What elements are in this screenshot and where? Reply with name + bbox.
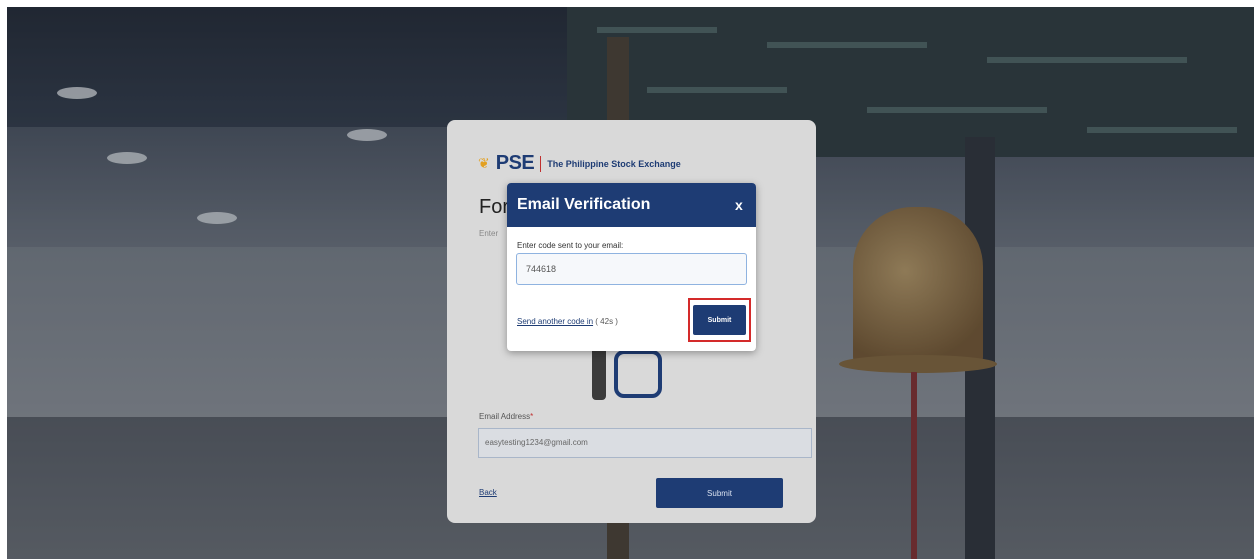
resend-timer: ( 42s ) — [595, 317, 618, 326]
modal-submit-button[interactable]: Submit — [693, 305, 746, 335]
code-label: Enter code sent to your email: — [517, 241, 624, 250]
email-label: Email Address* — [479, 412, 534, 421]
email-field[interactable]: easytesting1234@gmail.com — [478, 428, 812, 458]
pse-logo-name: The Philippine Stock Exchange — [547, 158, 681, 169]
required-marker: * — [530, 412, 534, 421]
modal-title: Email Verification — [517, 196, 651, 213]
highlight-box: Submit — [688, 298, 751, 342]
page-title: For — [479, 196, 509, 218]
logo-separator — [540, 155, 542, 172]
verification-code-input[interactable] — [516, 253, 747, 285]
pse-logo-mark: PSE — [495, 152, 535, 174]
resend-code-link[interactable]: Send another code in — [517, 317, 593, 326]
phone-screen-icon — [614, 350, 662, 398]
back-link[interactable]: Back — [479, 488, 497, 497]
modal-header: Email Verification x — [507, 183, 756, 227]
pse-flame-icon: ❦ — [478, 155, 490, 171]
resend-row: Send another code in ( 42s ) — [517, 317, 618, 326]
close-button[interactable]: x — [735, 197, 743, 213]
pse-logo: ❦ PSE The Philippine Stock Exchange — [478, 152, 681, 175]
page-subtitle: Enter — [479, 229, 499, 238]
card-submit-button[interactable]: Submit — [656, 478, 783, 508]
email-verification-modal: Email Verification x Enter code sent to … — [507, 183, 756, 351]
